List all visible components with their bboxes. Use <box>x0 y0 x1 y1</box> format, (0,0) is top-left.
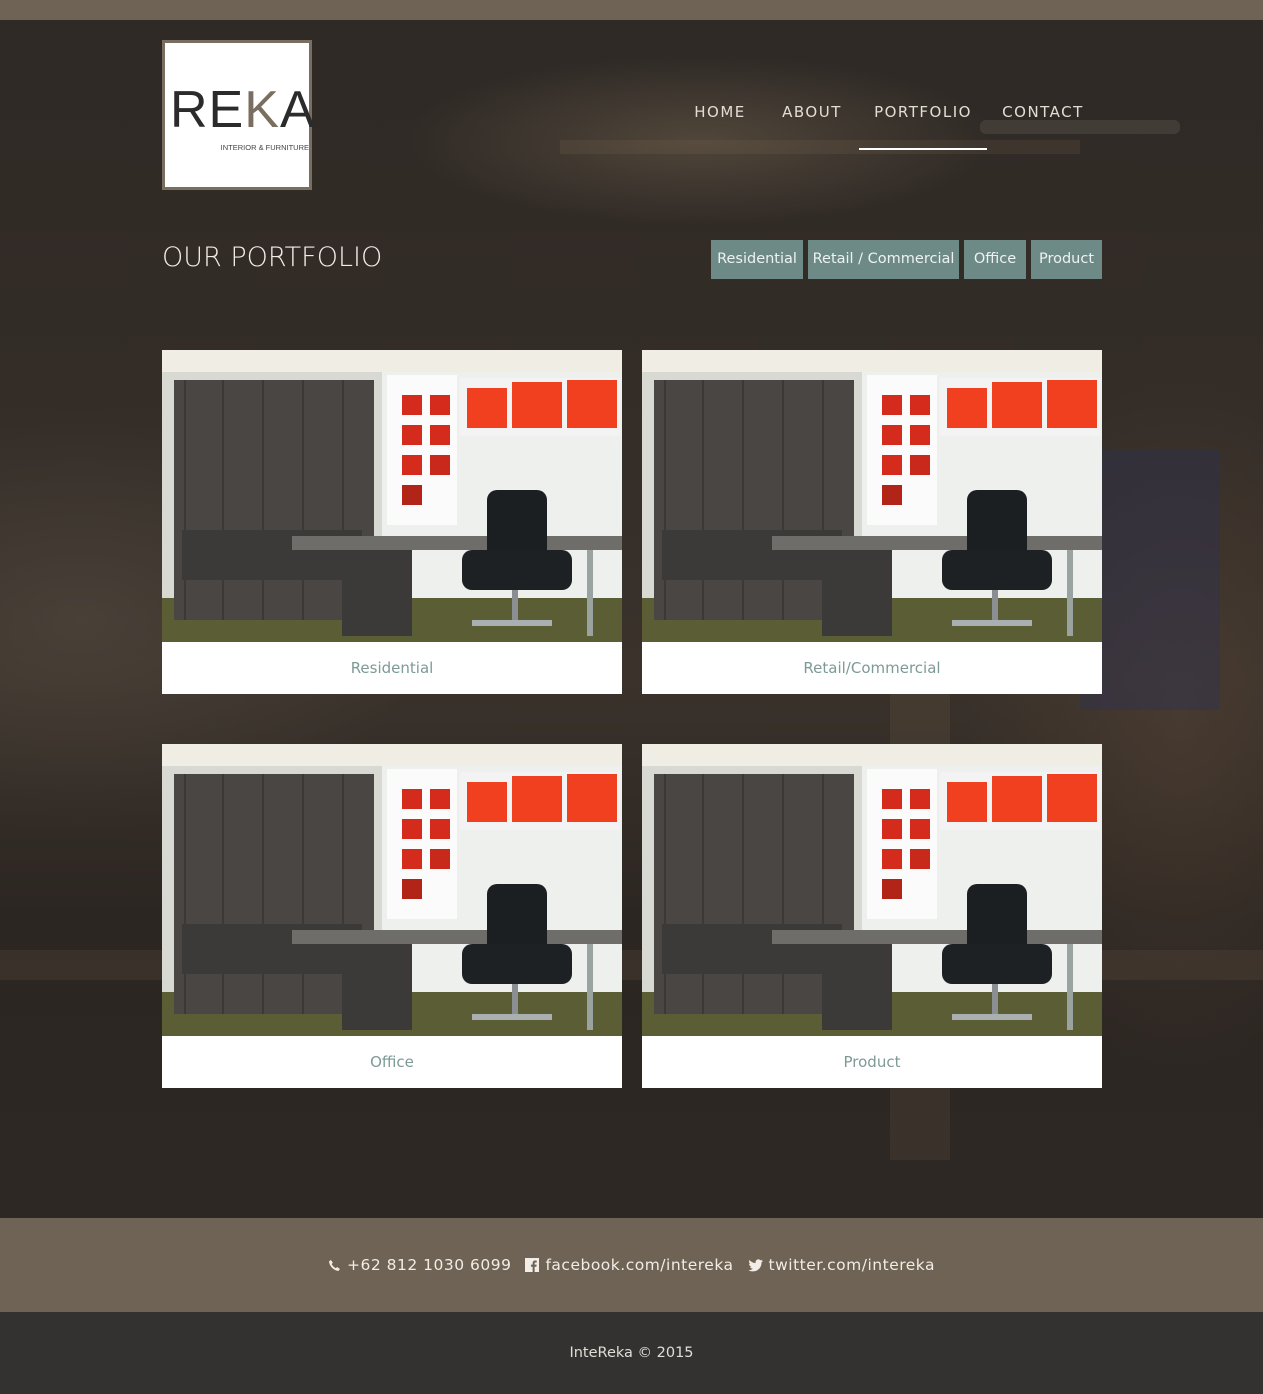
portfolio-card-caption: Retail/Commercial <box>803 659 941 677</box>
nav-item-contact[interactable]: CONTACT <box>994 100 1092 150</box>
filter-product-button[interactable]: Product <box>1031 240 1102 279</box>
portfolio-card-retail-commercial[interactable]: Retail/Commercial <box>642 350 1102 694</box>
logo-tagline: INTERIOR & FURNITURE <box>220 143 309 152</box>
contact-band: +62 812 1030 6099 facebook.com/intereka … <box>0 1218 1263 1312</box>
twitter-url: twitter.com/intereka <box>768 1256 935 1274</box>
logo[interactable]: REKA INTERIOR & FURNITURE <box>162 40 316 190</box>
nav-item-about[interactable]: ABOUT <box>768 100 856 150</box>
top-accent-bar <box>0 0 1263 20</box>
office-interior-photo <box>642 744 1102 1036</box>
filter-residential-button[interactable]: Residential <box>711 240 803 279</box>
hero-background: REKA INTERIOR & FURNITURE HOME ABOUT POR… <box>0 20 1263 1218</box>
facebook-link[interactable]: facebook.com/intereka <box>525 1256 733 1274</box>
office-interior-photo <box>642 350 1102 642</box>
portfolio-card-caption: Product <box>843 1053 901 1071</box>
portfolio-card-caption: Office <box>370 1053 414 1071</box>
nav-item-home[interactable]: HOME <box>676 100 764 150</box>
filter-office-button[interactable]: Office <box>964 240 1026 279</box>
portfolio-card-office[interactable]: Office <box>162 744 622 1088</box>
main-nav: HOME ABOUT PORTFOLIO CONTACT <box>676 100 1096 150</box>
copyright-text: InteReka © 2015 <box>569 1345 694 1361</box>
nav-item-portfolio[interactable]: PORTFOLIO <box>859 100 987 150</box>
facebook-icon <box>525 1258 540 1272</box>
portfolio-card-caption: Residential <box>350 659 434 677</box>
twitter-icon <box>747 1258 763 1271</box>
filter-retail-commercial-button[interactable]: Retail / Commercial <box>808 240 959 279</box>
page-title: OUR PORTFOLIO <box>162 242 383 273</box>
twitter-link[interactable]: twitter.com/intereka <box>747 1256 935 1274</box>
office-interior-photo <box>162 744 622 1036</box>
phone-contact[interactable]: +62 812 1030 6099 <box>328 1256 511 1274</box>
portfolio-card-residential[interactable]: Residential <box>162 350 622 694</box>
facebook-url: facebook.com/intereka <box>545 1256 734 1274</box>
portfolio-card-product[interactable]: Product <box>642 744 1102 1088</box>
phone-number: +62 812 1030 6099 <box>347 1256 512 1274</box>
footer: InteReka © 2015 <box>0 1312 1263 1394</box>
contact-row: +62 812 1030 6099 facebook.com/intereka … <box>0 1218 1263 1312</box>
office-interior-photo <box>162 350 622 642</box>
phone-icon <box>329 1259 340 1271</box>
logo-wordmark: REKA <box>170 81 316 139</box>
